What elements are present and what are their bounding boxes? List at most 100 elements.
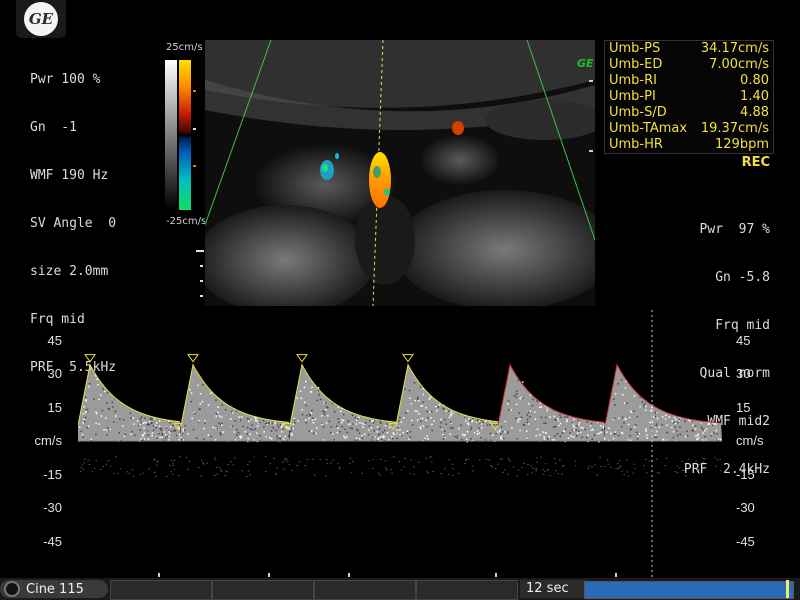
spectral-speckle (168, 421, 170, 423)
spectral-speckle (711, 433, 713, 435)
spectral-doppler-display[interactable] (78, 310, 722, 580)
spectral-speckle (151, 418, 153, 420)
noise-speck (129, 473, 131, 474)
spectral-speckle (172, 425, 174, 427)
noise-speck (187, 469, 189, 470)
spectral-speckle (624, 402, 626, 404)
spectral-speckle (646, 434, 648, 436)
spectral-speckle (220, 434, 222, 436)
spectral-speckle (404, 389, 406, 391)
spectral-speckle (371, 427, 373, 429)
ultrasound-image[interactable] (205, 40, 595, 306)
spectral-speckle (618, 435, 620, 437)
spectral-speckle (153, 425, 155, 427)
spectral-speckle (221, 423, 223, 425)
spectral-speckle (545, 432, 547, 434)
noise-speck (325, 476, 327, 477)
footer-segment[interactable] (314, 580, 416, 600)
spectral-speckle (95, 423, 97, 425)
noise-speck (202, 462, 204, 463)
spectral-speckle (153, 430, 155, 432)
spectral-speckle (478, 421, 480, 423)
spectral-speckle (210, 393, 212, 395)
peak-systole-marker-icon (297, 355, 307, 362)
noise-speck (558, 473, 560, 474)
spectral-speckle (154, 425, 156, 427)
spectral-speckle (259, 435, 261, 437)
spectral-speckle (449, 434, 451, 436)
noise-speck (362, 473, 364, 474)
spectral-speckle (309, 414, 311, 416)
spectral-speckle (356, 437, 358, 439)
spectral-speckle (445, 410, 447, 412)
spectral-speckle (654, 416, 656, 418)
spectral-speckle (359, 422, 361, 424)
footer-segment[interactable] (110, 580, 212, 600)
spectral-speckle (337, 432, 339, 434)
spectral-speckle (629, 435, 631, 437)
noise-speck (393, 457, 395, 458)
peak-systole-marker-icon (188, 355, 198, 362)
spectral-speckle (84, 421, 86, 423)
spectral-speckle (217, 412, 219, 414)
spectral-speckle (88, 386, 90, 388)
cine-progress-bar[interactable] (584, 581, 794, 599)
spectral-speckle (388, 439, 390, 441)
spectral-speckle (361, 423, 363, 425)
spectral-speckle (85, 396, 87, 398)
spectral-speckle (139, 424, 141, 426)
spectral-speckle (131, 431, 133, 433)
spectral-speckle (181, 439, 183, 441)
spectral-speckle (352, 415, 354, 417)
noise-speck (206, 463, 208, 464)
spectral-speckle (399, 434, 401, 436)
spectral-speckle (81, 431, 83, 433)
noise-speck (220, 469, 222, 470)
spectral-speckle (163, 431, 165, 433)
noise-speck (665, 465, 667, 466)
spectral-speckle (465, 420, 467, 422)
spectral-speckle (169, 431, 171, 433)
spectral-speckle (522, 381, 524, 383)
cine-button[interactable]: Cine 115 (0, 580, 108, 598)
noise-speck (620, 466, 622, 467)
spectral-speckle (716, 433, 718, 435)
spectral-speckle (557, 418, 559, 420)
footer-segment[interactable] (212, 580, 314, 600)
noise-speck (106, 464, 108, 465)
spectral-speckle (584, 429, 586, 431)
spectral-speckle (614, 404, 616, 406)
spectral-speckle (429, 398, 431, 400)
spectral-speckle (454, 436, 456, 438)
noise-speck (628, 475, 630, 476)
spectral-speckle (560, 423, 562, 425)
spectral-speckle (466, 439, 468, 441)
scale-tick-label: -45 (736, 534, 755, 549)
noise-speck (527, 464, 529, 465)
spectral-speckle (341, 422, 343, 424)
spectral-speckle (427, 417, 429, 419)
spectral-speckle (654, 436, 656, 438)
footer-segment[interactable] (416, 580, 518, 600)
spectral-speckle (222, 404, 224, 406)
noise-speck (623, 474, 625, 475)
spectral-speckle (418, 413, 420, 415)
spectral-speckle (204, 422, 206, 424)
noise-speck (404, 458, 406, 459)
noise-speck (426, 471, 428, 472)
depth-tick (200, 265, 203, 267)
spectral-speckle (425, 438, 427, 440)
spectral-speckle (336, 425, 338, 427)
spectral-speckle (519, 398, 521, 400)
spectral-speckle (422, 418, 424, 420)
spectral-speckle (508, 433, 510, 435)
spectral-speckle (105, 418, 107, 420)
spectral-speckle (374, 436, 376, 438)
spectral-speckle (249, 433, 251, 435)
noise-speck (287, 461, 289, 462)
measurement-row: Umb-TAmax 19.37cm/s (605, 121, 773, 137)
cine-progress-cursor[interactable] (786, 580, 789, 598)
noise-speck (80, 471, 82, 472)
spectral-speckle (402, 432, 404, 434)
spectral-speckle (539, 434, 541, 436)
